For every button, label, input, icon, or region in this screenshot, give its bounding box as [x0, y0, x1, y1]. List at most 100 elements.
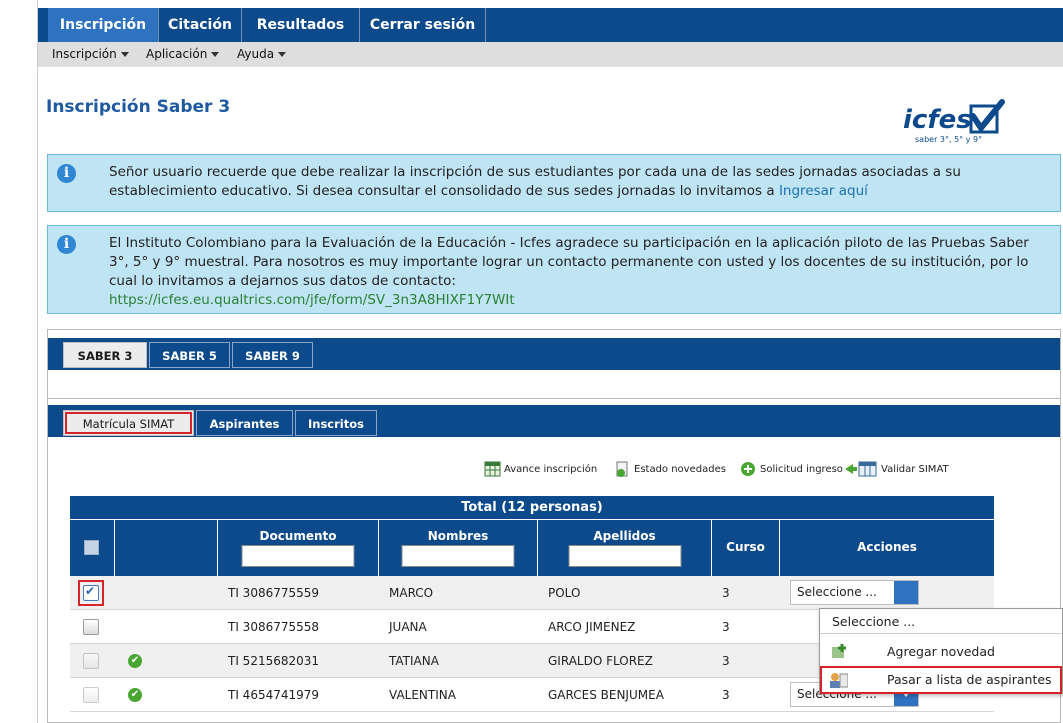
tab-inscripcion[interactable]: Inscripción	[48, 8, 159, 42]
tab-citacion[interactable]: Citación	[159, 8, 242, 42]
avance-label: Avance inscripción	[504, 464, 598, 475]
info-box-sedes: i Señor usuario recuerde que debe realiz…	[47, 154, 1061, 212]
menu-ayuda[interactable]: Ayuda	[237, 42, 287, 67]
qualtrics-link[interactable]: https://icfes.eu.qualtrics.com/jfe/form/…	[109, 292, 515, 308]
documento-filter-input[interactable]	[241, 545, 355, 567]
acciones-dropdown-menu: Seleccione ... Agregar novedad Pasar a l…	[819, 608, 1063, 694]
header-curso: Curso	[712, 520, 780, 576]
acciones-select-value: Seleccione ...	[797, 585, 877, 599]
check-circle-icon: ✔	[128, 654, 142, 668]
validate-table-icon	[845, 461, 877, 477]
logo-subtext: saber 3°, 5° y 9°	[915, 135, 982, 144]
tab-saber-9[interactable]: SABER 9	[232, 342, 313, 368]
check-circle-icon: ✔	[128, 688, 142, 702]
spreadsheet-icon	[484, 461, 501, 477]
header-curso-label: Curso	[726, 540, 765, 554]
top-nav: Inscripción Citación Resultados Cerrar s…	[38, 8, 1063, 42]
logo-text: icfes	[903, 105, 972, 135]
dropdown-button[interactable]	[894, 581, 918, 604]
estado-novedades-button[interactable]: Estado novedades	[614, 460, 726, 480]
grade-tabbar: SABER 3 SABER 5 SABER 9	[48, 338, 1060, 370]
toolbar: Avance inscripción Estado novedades Soli…	[38, 460, 1063, 480]
row-checkbox[interactable]	[83, 619, 99, 635]
cell-apellidos: GIRALDO FLOREZ	[548, 654, 653, 668]
tab-aspirantes[interactable]: Aspirantes	[196, 410, 293, 436]
highlight-box	[78, 580, 104, 606]
chevron-down-icon	[278, 52, 287, 57]
table-row: TI 3086775559 MARCO POLO 3 Seleccione ..…	[70, 576, 994, 610]
solicitud-ingreso-button[interactable]: Solicitud ingreso	[740, 460, 843, 480]
header-documento: Documento	[218, 520, 379, 576]
header-apellidos: Apellidos	[538, 520, 712, 576]
header-acciones: Acciones	[780, 520, 994, 576]
sub-tabbar: Matrícula SIMAT Aspirantes Inscritos	[48, 405, 1060, 437]
estado-label: Estado novedades	[634, 464, 726, 475]
ingresar-aqui-link[interactable]: Ingresar aquí	[779, 183, 868, 199]
divider	[820, 633, 1062, 634]
cell-apellidos: ARCO JIMENEZ	[548, 620, 636, 634]
nombres-filter-input[interactable]	[401, 545, 515, 567]
cell-nombres: VALENTINA	[389, 688, 456, 702]
header-nombres-label: Nombres	[427, 529, 489, 543]
sub-nav: Inscripción Aplicación Ayuda	[38, 42, 1063, 67]
agregar-novedad-label: Agregar novedad	[887, 644, 995, 659]
row-checkbox[interactable]	[83, 687, 99, 703]
menu-aplicacion-label: Aplicación	[146, 47, 208, 61]
info-icon: i	[57, 235, 76, 254]
cell-nombres: TATIANA	[389, 654, 439, 668]
header-select-all	[70, 520, 115, 576]
menu-inscripcion-label: Inscripción	[52, 47, 117, 61]
cell-nombres: JUANA	[389, 620, 427, 634]
divider	[48, 398, 1060, 399]
header-documento-label: Documento	[259, 529, 337, 543]
info-icon: i	[57, 164, 76, 183]
row-checkbox[interactable]	[83, 653, 99, 669]
document-status-icon	[616, 461, 628, 477]
tab-resultados[interactable]: Resultados	[242, 8, 360, 42]
highlight-box	[820, 666, 1062, 694]
table-total: Total (12 personas)	[70, 496, 994, 520]
apellidos-filter-input[interactable]	[568, 545, 681, 567]
chevron-down-icon	[211, 52, 220, 57]
cell-curso: 3	[722, 620, 730, 634]
header-acciones-label: Acciones	[857, 540, 917, 554]
dropdown-placeholder-label: Seleccione ...	[832, 614, 916, 629]
tab-matricula-simat[interactable]: Matrícula SIMAT	[63, 410, 194, 436]
menu-inscripcion[interactable]: Inscripción	[52, 42, 129, 67]
cell-documento: TI 3086775558	[228, 620, 320, 634]
cell-curso: 3	[722, 654, 730, 668]
cell-nombres: MARCO	[389, 586, 434, 600]
cell-curso: 3	[722, 688, 730, 702]
agregar-novedad-option[interactable]: Agregar novedad	[820, 639, 1062, 665]
table-header: Documento Nombres Apellidos Curso Accion…	[70, 520, 994, 576]
tab-saber-3[interactable]: SABER 3	[63, 342, 147, 368]
solicitud-label: Solicitud ingreso	[760, 464, 843, 475]
chevron-down-icon	[120, 52, 129, 57]
info-encuesta-text: El Instituto Colombiano para la Evaluaci…	[109, 235, 1029, 289]
page-title: Inscripción Saber 3	[46, 97, 231, 117]
tab-saber-5[interactable]: SABER 5	[149, 342, 230, 368]
tab-cerrar-sesion[interactable]: Cerrar sesión	[360, 8, 486, 42]
menu-aplicacion[interactable]: Aplicación	[146, 42, 220, 67]
header-status	[115, 520, 218, 576]
cell-apellidos: POLO	[548, 586, 581, 600]
add-circle-icon	[741, 462, 755, 476]
validar-simat-button[interactable]: Validar SIMAT	[844, 460, 949, 480]
cell-documento: TI 4654741979	[228, 688, 320, 702]
info-box-encuesta: i El Instituto Colombiano para la Evalua…	[47, 225, 1061, 314]
select-all-checkbox[interactable]	[84, 540, 99, 555]
add-user-icon	[832, 644, 846, 658]
icfes-logo: icfes saber 3°, 5° y 9°	[903, 99, 1005, 144]
header-apellidos-label: Apellidos	[593, 529, 656, 543]
validar-label: Validar SIMAT	[881, 464, 949, 475]
menu-ayuda-label: Ayuda	[237, 47, 275, 61]
acciones-select[interactable]: Seleccione ...	[790, 580, 919, 605]
cell-documento: TI 3086775559	[228, 586, 320, 600]
dropdown-placeholder-option[interactable]: Seleccione ...	[820, 609, 1062, 635]
cell-apellidos: GARCES BENJUMEA	[548, 688, 664, 702]
avance-inscripcion-button[interactable]: Avance inscripción	[484, 460, 597, 480]
cell-documento: TI 5215682031	[228, 654, 320, 668]
cell-curso: 3	[722, 586, 730, 600]
tab-inscritos[interactable]: Inscritos	[295, 410, 377, 436]
header-nombres: Nombres	[379, 520, 538, 576]
